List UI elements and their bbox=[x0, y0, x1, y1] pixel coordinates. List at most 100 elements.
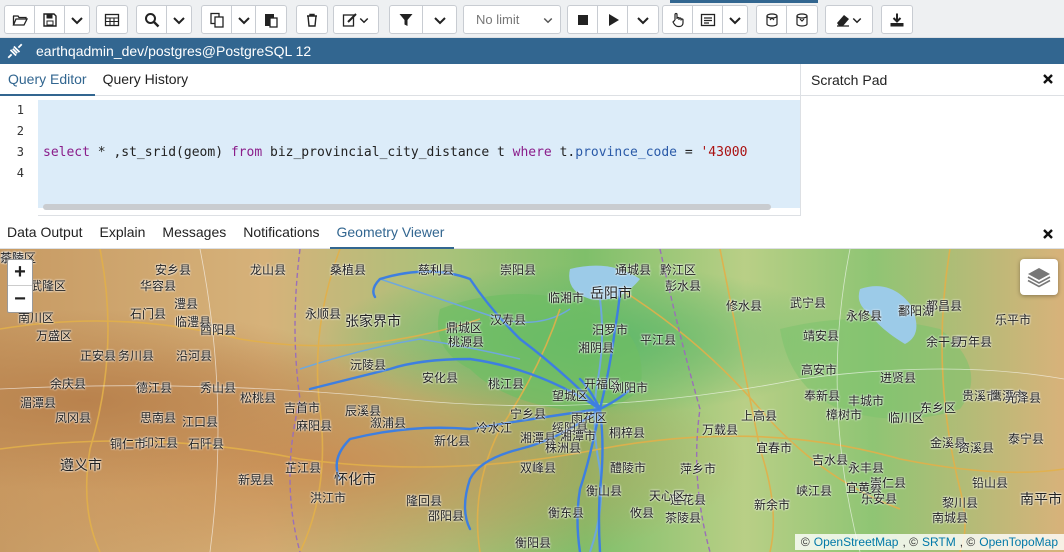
find-options-dropdown[interactable] bbox=[167, 6, 191, 33]
attribution-opentopomap-link[interactable]: OpenTopoMap bbox=[979, 535, 1058, 549]
map-place-label: 桃江县 bbox=[488, 377, 525, 391]
attribution-prefix: © bbox=[800, 535, 810, 549]
layer-switcher-button[interactable] bbox=[1020, 259, 1058, 295]
sql-editor[interactable]: 1 2 3 4 select * ,st_srid(geom) from biz… bbox=[0, 96, 800, 216]
rollback-button[interactable] bbox=[787, 6, 817, 33]
delete-button-group bbox=[296, 5, 328, 34]
tab-messages[interactable]: Messages bbox=[155, 217, 236, 249]
zoom-out-button[interactable]: − bbox=[8, 286, 32, 312]
delete-icon bbox=[307, 13, 317, 27]
eraser-icon bbox=[837, 14, 849, 27]
attribution-osm-link[interactable]: OpenStreetMap bbox=[814, 535, 899, 549]
row-limit-select[interactable]: No limit bbox=[463, 5, 561, 34]
tab-explain[interactable]: Explain bbox=[93, 217, 156, 249]
explain-icon bbox=[700, 13, 715, 26]
tab-notifications[interactable]: Notifications bbox=[236, 217, 329, 249]
map-place-label: 遵义市 bbox=[60, 457, 102, 473]
map-place-label: 铜仁市 bbox=[110, 437, 147, 451]
line-number: 3 bbox=[16, 145, 24, 159]
rollback-icon bbox=[796, 12, 808, 27]
explain-hand-button[interactable] bbox=[663, 6, 693, 33]
stop-button[interactable] bbox=[568, 6, 598, 33]
zoom-in-button[interactable]: + bbox=[8, 260, 32, 286]
download-button[interactable] bbox=[882, 6, 912, 33]
clear-button[interactable] bbox=[826, 6, 872, 33]
map-place-label: 光泽县 bbox=[1005, 391, 1042, 405]
terrain-basemap bbox=[0, 249, 1064, 552]
close-icon[interactable] bbox=[1040, 71, 1056, 87]
sql-keyword: where bbox=[512, 145, 552, 160]
code-area[interactable]: select * ,st_srid(geom) from biz_provinc… bbox=[38, 100, 800, 208]
map-place-label: 德江县 bbox=[136, 381, 173, 395]
map-place-label: 湘潭市 bbox=[560, 429, 597, 443]
toolbar-accent-strip bbox=[670, 0, 818, 3]
map-place-label: 思南县 bbox=[140, 411, 177, 425]
find-button[interactable] bbox=[137, 6, 167, 33]
open-file-button[interactable] bbox=[5, 6, 35, 33]
copy-icon bbox=[209, 12, 224, 28]
explain-options-dropdown[interactable] bbox=[723, 6, 747, 33]
map-place-label: 铅山县 bbox=[972, 476, 1009, 490]
scratch-pad-title: Scratch Pad bbox=[811, 71, 888, 88]
tab-query-history[interactable]: Query History bbox=[95, 64, 197, 96]
map-place-label: 临川区 bbox=[888, 411, 925, 425]
filter-options-dropdown[interactable] bbox=[423, 6, 456, 33]
attribution-srtm-link[interactable]: SRTM bbox=[922, 535, 956, 549]
edit-button[interactable] bbox=[334, 6, 378, 33]
map-place-label: 湘阴县 bbox=[578, 341, 615, 355]
save-options-dropdown[interactable] bbox=[65, 6, 89, 33]
save-file-button[interactable] bbox=[35, 6, 65, 33]
chevron-down-icon bbox=[637, 16, 649, 24]
connection-label: earthqadmin_dev/postgres@PostgreSQL 12 bbox=[36, 43, 312, 59]
scratch-pad-panel: Scratch Pad bbox=[800, 64, 1064, 216]
tab-geometry-viewer[interactable]: Geometry Viewer bbox=[329, 217, 455, 249]
close-icon[interactable] bbox=[1040, 226, 1056, 242]
map-place-label: 怀化市 bbox=[334, 471, 376, 487]
map-place-label: 桐梓县 bbox=[609, 426, 646, 440]
map-place-label: 余庆县 bbox=[50, 377, 87, 391]
filter-button[interactable] bbox=[390, 6, 423, 33]
execute-button[interactable] bbox=[598, 6, 628, 33]
grid-button-group bbox=[96, 5, 128, 34]
zoom-control: + − bbox=[7, 259, 33, 313]
map-place-label: 务川县 bbox=[118, 349, 155, 363]
map-place-label: 临湘市 bbox=[548, 291, 585, 305]
plug-icon bbox=[7, 43, 23, 59]
map-place-label: 资溪县 bbox=[958, 441, 995, 455]
copy-options-dropdown[interactable] bbox=[232, 6, 256, 33]
line-number: 2 bbox=[16, 124, 24, 138]
map-place-label: 麻阳县 bbox=[296, 419, 333, 433]
scratch-pad-textarea[interactable] bbox=[801, 96, 1064, 216]
grid-icon bbox=[104, 13, 120, 26]
execute-options-dropdown[interactable] bbox=[628, 6, 658, 33]
map-place-label: 安乡县 bbox=[155, 263, 192, 277]
map-place-label: 东乡区 bbox=[920, 401, 957, 415]
download-icon bbox=[890, 13, 904, 26]
map-place-label: 武隆区 bbox=[30, 279, 67, 293]
paste-button[interactable] bbox=[256, 6, 286, 33]
delete-row-button[interactable] bbox=[297, 6, 327, 33]
layers-icon bbox=[1027, 268, 1051, 288]
attribution-separator: , © bbox=[959, 535, 976, 549]
sql-string: '43000 bbox=[700, 145, 748, 160]
copy-button[interactable] bbox=[202, 6, 232, 33]
connection-bar: earthqadmin_dev/postgres@PostgreSQL 12 bbox=[0, 38, 1064, 64]
geometry-map[interactable]: 张家界市 岳阳市 怀化市 遵义市 南平市 吉首市 慈利县 桑植县 永顺县 龙山县 酉阳县 秀山县 松桃县… bbox=[0, 249, 1064, 552]
sql-column: province_code bbox=[575, 145, 677, 160]
map-place-label: 岳阳市 bbox=[590, 285, 632, 301]
connection-status-button[interactable] bbox=[0, 38, 30, 64]
edit-grid-button[interactable] bbox=[97, 6, 127, 33]
clipboard-button-group bbox=[201, 5, 287, 34]
commit-button[interactable] bbox=[757, 6, 787, 33]
tab-query-editor[interactable]: Query Editor bbox=[0, 64, 95, 96]
horizontal-scrollbar[interactable] bbox=[43, 204, 771, 210]
map-place-label: 通城县 bbox=[615, 263, 652, 277]
commit-icon bbox=[765, 12, 778, 27]
tab-data-output[interactable]: Data Output bbox=[0, 217, 93, 249]
map-place-label: 峡江县 bbox=[796, 484, 833, 498]
clear-button-group bbox=[825, 5, 873, 34]
map-place-label: 宜春市 bbox=[756, 441, 793, 455]
explain-analyze-button[interactable] bbox=[693, 6, 723, 33]
map-place-label: 崇仁县 bbox=[870, 476, 907, 490]
